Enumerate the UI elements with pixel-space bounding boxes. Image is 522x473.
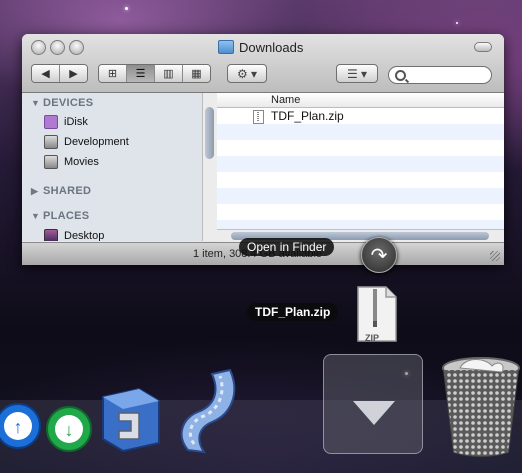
gear-icon: ⚙ ▾: [236, 66, 258, 81]
sidebar-section-places[interactable]: ▼ PLACES: [31, 210, 89, 222]
sidebar-item-development[interactable]: Development: [44, 135, 129, 149]
app-store-globe-icon[interactable]: ↑: [0, 402, 42, 452]
coverflow-view-icon[interactable]: ▦: [183, 65, 210, 82]
zip-file-icon: [253, 110, 264, 124]
zip-badge: ZIP: [365, 333, 380, 343]
search-field[interactable]: [388, 66, 492, 84]
file-list: Name TDF_Plan.zip: [217, 93, 504, 229]
toolbar-toggle-button[interactable]: [474, 42, 492, 52]
file-rows: TDF_Plan.zip: [217, 108, 504, 229]
sidebar-item-movies[interactable]: Movies: [44, 155, 99, 169]
sidebar-item-desktop[interactable]: Desktop: [44, 229, 104, 241]
disclosure-open-icon: ▼: [31, 98, 41, 108]
back-forward-buttons: ◀ ▶: [31, 64, 88, 83]
close-window-button[interactable]: [31, 40, 46, 55]
search-icon: [395, 70, 406, 81]
resize-grip-icon[interactable]: [490, 251, 500, 261]
stack-arrow-icon: [353, 401, 395, 425]
zoom-window-button[interactable]: [69, 40, 84, 55]
star: [125, 7, 128, 10]
action-menu-button[interactable]: ⚙ ▾: [227, 64, 267, 83]
downloads-stack[interactable]: [323, 354, 423, 454]
view-mode-buttons: ⊞ ☰ ▥ ▦: [98, 64, 211, 83]
window-title-label: Downloads: [239, 39, 304, 55]
empty-row: [217, 220, 504, 229]
icon-view-icon[interactable]: ⊞: [99, 65, 127, 82]
window-title: Downloads: [218, 39, 303, 55]
empty-row: [217, 140, 504, 156]
file-row[interactable]: TDF_Plan.zip: [217, 108, 504, 124]
svg-text:↑: ↑: [14, 417, 23, 437]
star: [456, 22, 458, 24]
search-input[interactable]: [409, 68, 491, 84]
list-view-icon[interactable]: ☰: [127, 65, 155, 82]
open-in-finder-button[interactable]: ↷: [361, 237, 397, 273]
empty-row: [217, 188, 504, 204]
film-strip-app-icon[interactable]: [168, 366, 248, 456]
arrange-icon: ☰ ▾: [346, 66, 368, 81]
clamp-utility-icon[interactable]: [97, 383, 163, 453]
back-arrow-icon[interactable]: ◀: [32, 65, 60, 82]
sidebar: ▼ DEVICES iDisk Development Movies ▶ SHARE…: [22, 93, 203, 241]
arrange-menu-button[interactable]: ☰ ▾: [336, 64, 378, 83]
empty-row: [217, 172, 504, 188]
sidebar-item-idisk[interactable]: iDisk: [44, 115, 88, 129]
disclosure-open-icon: ▼: [31, 211, 41, 221]
disclosure-closed-icon: ▶: [31, 186, 39, 196]
column-view-icon[interactable]: ▥: [155, 65, 183, 82]
folder-icon: [218, 40, 234, 54]
empty-row: [217, 156, 504, 172]
trash-icon[interactable]: [440, 354, 522, 458]
forward-arrow-icon[interactable]: ▶: [60, 65, 87, 82]
sidebar-section-devices[interactable]: ▼ DEVICES: [31, 97, 93, 109]
title-bar: Downloads ◀ ▶ ⊞ ☰ ▥ ▦ ⚙ ▾ ☰ ▾: [22, 34, 504, 93]
empty-row: [217, 124, 504, 140]
sidebar-scrollbar[interactable]: [202, 93, 217, 241]
open-in-finder-label[interactable]: Open in Finder: [239, 238, 335, 256]
empty-row: [217, 204, 504, 220]
sidebar-scroll-thumb[interactable]: [205, 107, 214, 159]
dragged-file-label: TDF_Plan.zip: [247, 303, 339, 321]
download-app-icon[interactable]: ↓: [44, 404, 94, 454]
sidebar-section-shared[interactable]: ▶ SHARED: [31, 185, 91, 197]
idisk-icon: [44, 115, 58, 129]
finder-window: Downloads ◀ ▶ ⊞ ☰ ▥ ▦ ⚙ ▾ ☰ ▾ ▼DEVICES: [22, 34, 504, 265]
disk-icon: [44, 155, 58, 169]
curved-arrow-icon: ↷: [370, 244, 388, 267]
column-header-name[interactable]: Name: [217, 93, 504, 108]
desktop-icon: [44, 229, 58, 241]
minimize-window-button[interactable]: [50, 40, 65, 55]
disk-icon: [44, 135, 58, 149]
svg-text:↓: ↓: [65, 420, 74, 440]
